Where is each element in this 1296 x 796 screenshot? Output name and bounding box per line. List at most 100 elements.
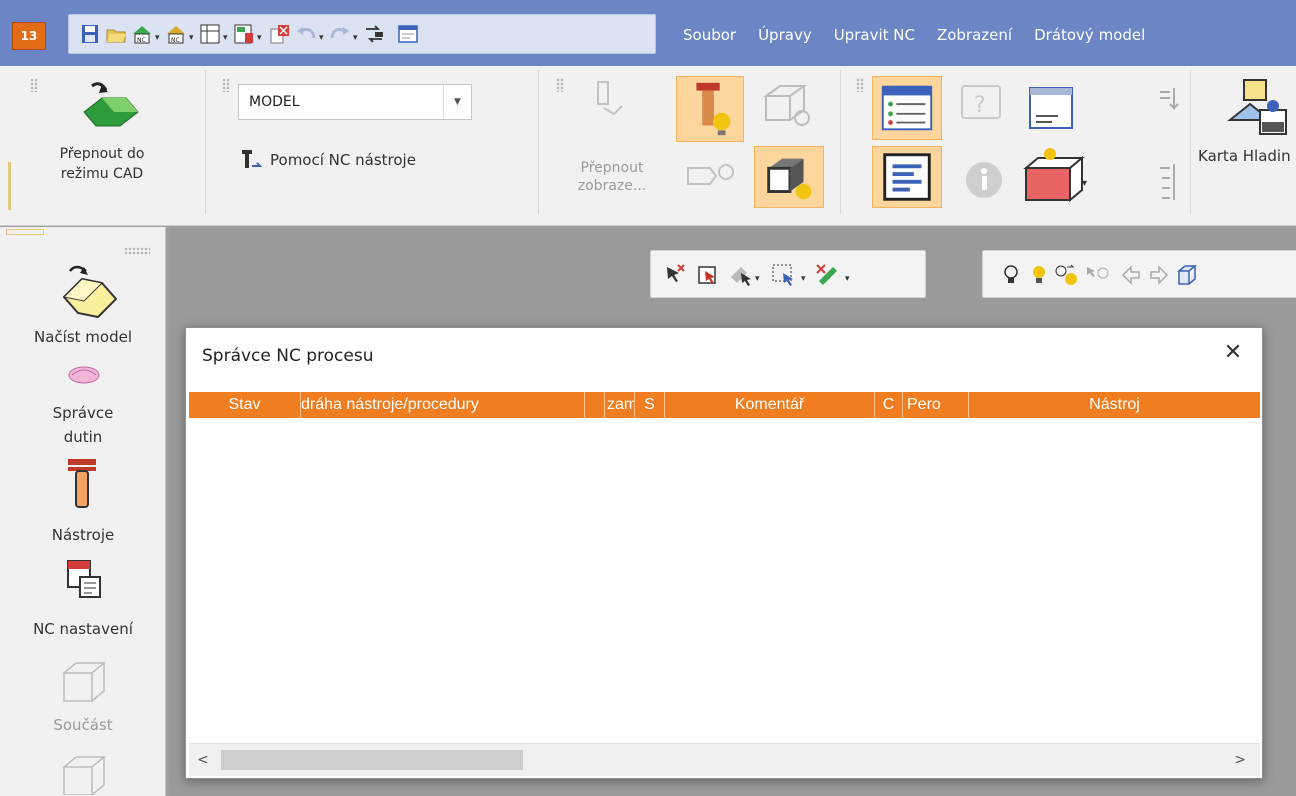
menu-bar: Soubor Úpravy Upravit NC Zobrazení Dráto…	[672, 20, 1296, 50]
column-header-komentar[interactable]: Komentář	[665, 392, 875, 418]
horizontal-scrollbar[interactable]: < >	[189, 743, 1260, 776]
house-nc-icon[interactable]: NC	[131, 23, 153, 45]
menu-upravy[interactable]: Úpravy	[758, 20, 812, 50]
solid-bulb-icon[interactable]	[754, 146, 824, 208]
ribbon-separator	[205, 70, 206, 214]
menu-zobrazeni[interactable]: Zobrazení	[937, 20, 1012, 50]
sidebar-label-part[interactable]: Součást	[0, 713, 166, 737]
dropdown-arrow-6[interactable]: ▾	[353, 33, 358, 43]
bulb-off-icon[interactable]	[1001, 263, 1021, 287]
layers-card-icon[interactable]	[1226, 74, 1290, 140]
process-list-icon[interactable]	[872, 76, 942, 140]
delete-copy-icon[interactable]	[269, 23, 291, 45]
nc-settings-icon[interactable]	[62, 557, 106, 601]
ribbon-grip-4[interactable]	[856, 78, 864, 92]
selection-toolbar: ▾ ▾ ▾	[650, 250, 926, 298]
sidebar-label-cavity-1[interactable]: Správce	[0, 401, 166, 425]
column-header-pero[interactable]: Pero	[903, 392, 969, 418]
select-box-icon[interactable]	[697, 263, 721, 287]
column-header-empty[interactable]	[585, 392, 605, 418]
sidebar-label-tools[interactable]: Nástroje	[0, 523, 166, 547]
ribbon-grip-3[interactable]	[556, 78, 564, 92]
select-bulb-icon[interactable]	[1085, 263, 1111, 287]
quick-access-toolbar: NC ▾ NC ▾ ▾ ▾ ▾ ▾	[68, 14, 656, 54]
process-grid-header: Stav dráha nástroje/procedury zam S Kome…	[189, 392, 1260, 418]
nc-text-icon[interactable]	[872, 146, 942, 208]
bulb-swap-icon[interactable]	[1053, 263, 1081, 289]
column-header-c[interactable]: C	[875, 392, 903, 418]
list-window-icon[interactable]	[1022, 80, 1080, 136]
tools-icon[interactable]	[62, 457, 102, 517]
dropdown-arrow-2[interactable]: ▾	[189, 33, 194, 43]
pointer-clear-icon[interactable]	[663, 263, 687, 287]
menu-dratovy-model[interactable]: Drátový model	[1034, 20, 1145, 50]
switch-cad-icon[interactable]	[76, 80, 140, 136]
column-header-stav[interactable]: Stav	[189, 392, 301, 418]
scroll-thumb[interactable]	[221, 750, 523, 770]
column-header-nastroj[interactable]: Nástroj	[969, 392, 1260, 418]
ribbon-grip-2[interactable]	[222, 78, 230, 92]
switch-view-bottom-icon[interactable]	[682, 156, 738, 200]
select-filter-icon[interactable]: ▾	[729, 263, 763, 287]
save-icon[interactable]	[79, 23, 101, 45]
dropdown-arrow-5[interactable]: ▾	[319, 33, 324, 43]
redo-icon[interactable]	[329, 23, 351, 45]
sidebar-label-cavity-2[interactable]: dutin	[0, 425, 166, 449]
cube-icon[interactable]	[1175, 263, 1199, 287]
column-header-zam[interactable]: zam	[605, 392, 635, 418]
wire-bulb-icon[interactable]	[758, 78, 820, 138]
dropdown-arrow-4[interactable]: ▾	[257, 33, 262, 43]
model-combobox[interactable]: MODEL ▼	[238, 84, 472, 120]
dropdown-arrow-1[interactable]: ▾	[155, 33, 160, 43]
info-icon[interactable]	[956, 152, 1012, 208]
sidebar-tab-marker	[6, 229, 44, 235]
stock-box-icon[interactable]: ▾	[1016, 144, 1094, 210]
calculator-nc-icon[interactable]	[233, 23, 255, 45]
window-icon[interactable]	[397, 23, 419, 45]
house-cam-icon[interactable]: NC	[165, 23, 187, 45]
process-grid-body[interactable]	[189, 418, 1260, 743]
nc-tool-small-icon	[242, 150, 262, 168]
scroll-right-icon[interactable]: >	[1234, 752, 1246, 768]
app-logo[interactable]: 13	[12, 22, 46, 50]
load-model-icon[interactable]	[58, 261, 122, 327]
tool-bulb-icon[interactable]	[676, 76, 744, 142]
ribbon-separator	[840, 70, 841, 214]
arrow-right-icon[interactable]	[1149, 265, 1169, 285]
cavity-manager-icon[interactable]	[66, 363, 102, 387]
switch-view-label-2[interactable]: zobraze...	[562, 176, 662, 196]
sidebar-label-nc-settings[interactable]: NC nastavení	[0, 617, 166, 641]
dropdown-arrow-3[interactable]: ▾	[223, 33, 228, 43]
karta-hladin-label[interactable]: Karta Hladin	[1198, 146, 1296, 166]
column-header-s[interactable]: S	[635, 392, 665, 418]
swap-icon[interactable]	[363, 23, 385, 45]
stock-icon[interactable]	[58, 751, 110, 795]
switch-cad-label-2[interactable]: režimu CAD	[30, 164, 174, 184]
ribbon-grip-1[interactable]	[30, 78, 38, 92]
switch-view-label-1[interactable]: Přepnout	[562, 158, 662, 178]
bulb-on-icon[interactable]	[1029, 263, 1049, 287]
combo-arrow-icon[interactable]: ▼	[443, 85, 471, 119]
column-header-draha[interactable]: dráha nástroje/procedury	[301, 392, 585, 418]
menu-upravit-nc[interactable]: Upravit NC	[834, 20, 915, 50]
nc-tool-button[interactable]: Pomocí NC nástroje	[270, 150, 490, 170]
filter-pen-icon[interactable]: ▾	[815, 263, 855, 287]
visibility-toolbar	[982, 250, 1296, 298]
switch-view-top-icon[interactable]	[590, 80, 632, 120]
menu-soubor[interactable]: Soubor	[683, 20, 736, 50]
window-select-icon[interactable]: ▾	[771, 263, 809, 287]
arrow-left-icon[interactable]	[1121, 265, 1141, 285]
help-icon[interactable]: ?	[954, 80, 1016, 136]
svg-text:▾: ▾	[1082, 178, 1087, 189]
undo-icon[interactable]	[295, 23, 317, 45]
open-folder-icon[interactable]	[105, 23, 127, 45]
sidebar-label-load-model[interactable]: Načíst model	[0, 325, 166, 349]
table-nc-icon[interactable]	[199, 23, 221, 45]
sort-top-icon[interactable]	[1154, 84, 1184, 124]
part-icon[interactable]	[58, 657, 110, 709]
switch-cad-label-1[interactable]: Přepnout do	[30, 144, 174, 164]
sidebar-grip[interactable]	[124, 247, 150, 255]
sort-bottom-icon[interactable]	[1154, 158, 1184, 206]
close-icon[interactable]: ✕	[1218, 338, 1248, 368]
scroll-left-icon[interactable]: <	[197, 752, 209, 768]
